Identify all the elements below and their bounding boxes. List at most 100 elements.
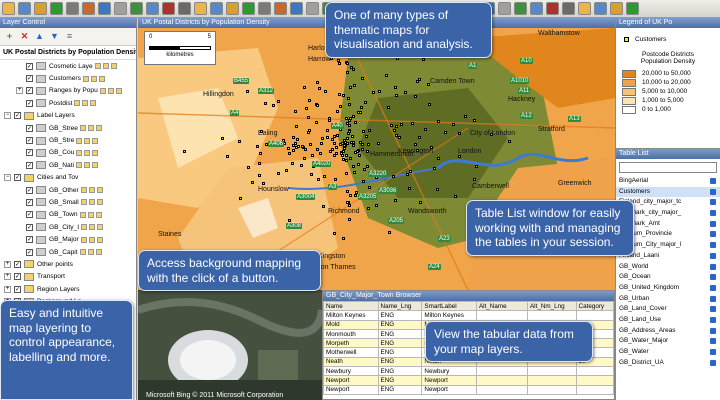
toolbar-tool-icon[interactable] bbox=[162, 2, 175, 15]
move-up-icon[interactable]: ▲ bbox=[34, 31, 45, 42]
table-row[interactable]: Newbury ENG Newbury bbox=[323, 366, 615, 377]
toolbar-tool-icon[interactable] bbox=[210, 2, 223, 15]
expand-toggle-icon[interactable]: + bbox=[4, 260, 11, 268]
table-cell[interactable]: ENG bbox=[377, 319, 423, 330]
layer-option-icon[interactable] bbox=[80, 187, 87, 194]
table-cell[interactable] bbox=[575, 310, 615, 321]
layer-option-icon[interactable] bbox=[79, 125, 86, 132]
table-list-search-input[interactable] bbox=[619, 162, 717, 173]
layer-visibility-checkbox[interactable]: ✓ bbox=[26, 99, 33, 107]
table-cell[interactable]: Newbury bbox=[421, 366, 477, 377]
toolbar-tool-icon[interactable] bbox=[130, 2, 143, 15]
layer-option-icon[interactable] bbox=[87, 249, 94, 256]
table-cell[interactable]: ENG bbox=[377, 384, 423, 395]
table-cell[interactable]: Newbury bbox=[323, 366, 379, 377]
layer-row[interactable]: ✓ GB_City_I bbox=[0, 221, 136, 233]
toolbar-tool-icon[interactable] bbox=[82, 2, 95, 15]
layer-option-icon[interactable] bbox=[94, 63, 101, 70]
layer-option-icon[interactable] bbox=[99, 87, 106, 94]
layer-row[interactable]: + ✓ Other points bbox=[0, 258, 136, 270]
layer-option-icon[interactable] bbox=[96, 199, 103, 206]
layer-option-icon[interactable] bbox=[83, 162, 90, 169]
toolbar-tool-icon[interactable] bbox=[242, 2, 255, 15]
table-cell[interactable] bbox=[575, 384, 615, 395]
table-cell[interactable]: ENG bbox=[377, 328, 423, 340]
table-cell[interactable]: ENG bbox=[377, 375, 423, 386]
expand-toggle-icon[interactable]: − bbox=[4, 174, 11, 182]
layer-option-icon[interactable] bbox=[82, 75, 89, 82]
layer-visibility-checkbox[interactable]: ✓ bbox=[26, 124, 33, 132]
table-list-item[interactable]: GB_Address_Areas bbox=[616, 326, 720, 337]
table-list-item[interactable]: GB_Urban bbox=[616, 294, 720, 305]
layer-option-icon[interactable] bbox=[91, 162, 98, 169]
table-list-item[interactable]: Customers bbox=[616, 186, 720, 198]
layer-row[interactable]: + ✓ Ranges by Popu bbox=[0, 85, 136, 97]
toolbar-tool-icon[interactable] bbox=[34, 2, 47, 15]
layer-option-icon[interactable] bbox=[92, 149, 99, 156]
layer-row[interactable]: ✓ GB_Stre bbox=[0, 134, 136, 146]
layer-visibility-checkbox[interactable]: ✓ bbox=[14, 260, 21, 268]
toolbar-tool-icon[interactable] bbox=[498, 2, 511, 15]
expand-toggle-icon[interactable]: + bbox=[4, 273, 11, 281]
table-row[interactable]: Newport ENG Newport bbox=[323, 375, 615, 386]
layer-option-icon[interactable] bbox=[92, 137, 99, 144]
table-cell[interactable] bbox=[575, 366, 615, 377]
layer-visibility-checkbox[interactable]: ✓ bbox=[26, 137, 33, 145]
layer-option-icon[interactable] bbox=[81, 224, 88, 231]
expand-toggle-icon[interactable]: + bbox=[4, 285, 11, 293]
table-cell[interactable]: Neath bbox=[323, 356, 379, 368]
toolbar-tool-icon[interactable] bbox=[98, 2, 111, 15]
table-cell[interactable]: Mold bbox=[323, 319, 379, 330]
move-down-icon[interactable]: ▼ bbox=[49, 31, 60, 42]
table-cell[interactable]: Milton Keynes bbox=[323, 310, 379, 321]
toolbar-tool-icon[interactable] bbox=[610, 2, 623, 15]
layer-option-icon[interactable] bbox=[97, 224, 104, 231]
layer-option-icon[interactable] bbox=[79, 249, 86, 256]
layer-visibility-checkbox[interactable]: ✓ bbox=[26, 62, 33, 70]
layer-option-icon[interactable] bbox=[80, 199, 87, 206]
expand-toggle-icon[interactable]: + bbox=[16, 87, 23, 95]
table-row[interactable]: Newport ENG Newport bbox=[323, 384, 615, 395]
table-cell[interactable] bbox=[475, 310, 528, 321]
layer-option-icon[interactable] bbox=[88, 187, 95, 194]
layer-option-icon[interactable] bbox=[88, 236, 95, 243]
layer-option-icon[interactable] bbox=[95, 249, 102, 256]
layer-option-icon[interactable] bbox=[76, 137, 83, 144]
toolbar-tool-icon[interactable] bbox=[274, 2, 287, 15]
table-list-item[interactable]: BingAerial bbox=[616, 176, 720, 187]
layer-option-icon[interactable] bbox=[115, 87, 122, 94]
layer-row[interactable]: ✓ GB_Capit bbox=[0, 246, 136, 258]
layer-visibility-checkbox[interactable]: ✓ bbox=[26, 248, 33, 256]
layer-option-icon[interactable] bbox=[90, 75, 97, 82]
toolbar-tool-icon[interactable] bbox=[178, 2, 191, 15]
layer-option-icon[interactable] bbox=[90, 100, 97, 107]
layer-row[interactable]: ✓ Cosmetic Laye bbox=[0, 60, 136, 72]
table-cell[interactable]: ENG bbox=[377, 366, 423, 377]
layer-row[interactable]: ✓ Postdist bbox=[0, 97, 136, 109]
layer-option-icon[interactable] bbox=[80, 236, 87, 243]
column-header[interactable]: Category bbox=[575, 300, 615, 312]
table-row[interactable]: Milton Keynes ENG Milton Keynes bbox=[323, 310, 615, 321]
table-cell[interactable] bbox=[526, 384, 577, 395]
table-cell[interactable]: ENG bbox=[377, 310, 423, 321]
toolbar-tool-icon[interactable] bbox=[546, 2, 559, 15]
layer-map-name[interactable]: UK Postal Districts by Population Densit… bbox=[0, 46, 136, 60]
layer-visibility-checkbox[interactable]: ✓ bbox=[26, 198, 33, 206]
layer-option-icon[interactable] bbox=[98, 75, 105, 82]
table-cell[interactable]: ENG bbox=[377, 338, 423, 349]
layer-visibility-checkbox[interactable]: ✓ bbox=[14, 285, 21, 293]
table-cell[interactable] bbox=[575, 375, 615, 386]
table-list-item[interactable]: GB_District_UA bbox=[616, 358, 720, 369]
layer-properties-icon[interactable]: ≡ bbox=[64, 31, 75, 42]
layer-option-icon[interactable] bbox=[76, 149, 83, 156]
table-cell[interactable] bbox=[475, 366, 528, 377]
expand-toggle-icon[interactable]: − bbox=[4, 112, 11, 120]
toolbar-tool-icon[interactable] bbox=[114, 2, 127, 15]
layer-option-icon[interactable] bbox=[84, 149, 91, 156]
toolbar-tool-icon[interactable] bbox=[50, 2, 63, 15]
table-cell[interactable]: Milton Keynes bbox=[421, 310, 477, 321]
layer-option-icon[interactable] bbox=[88, 199, 95, 206]
layer-visibility-checkbox[interactable]: ✓ bbox=[14, 112, 21, 120]
layer-row[interactable]: ✓ GB_Major bbox=[0, 233, 136, 245]
layer-visibility-checkbox[interactable]: ✓ bbox=[26, 186, 33, 194]
